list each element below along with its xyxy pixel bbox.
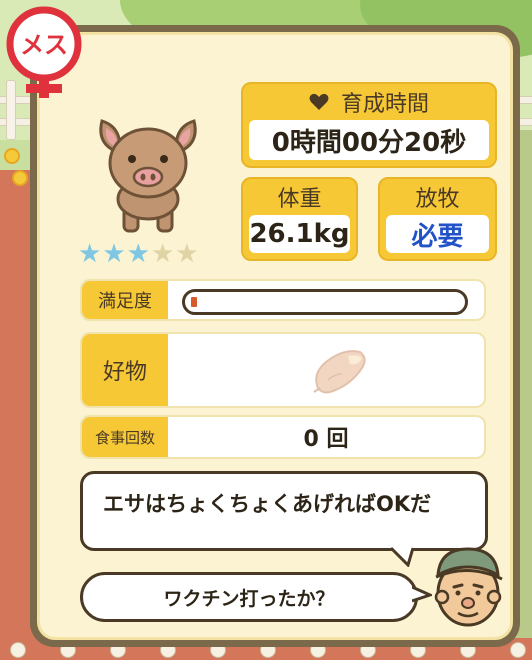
star-icon: ★ bbox=[102, 239, 126, 269]
meal-count-row: 食事回数 0 回 bbox=[80, 415, 486, 459]
pebble bbox=[10, 642, 26, 658]
star-icon: ★ bbox=[175, 239, 199, 269]
weight-box: 体重 26.1kg bbox=[241, 177, 358, 261]
weight-value: 26.1kg bbox=[249, 215, 350, 253]
speech-bubble-question[interactable]: ワクチン打ったか？ bbox=[80, 572, 418, 622]
favorite-food-row: 好物 bbox=[80, 332, 486, 408]
satisfaction-bar-fill bbox=[191, 297, 197, 307]
pig-icon bbox=[99, 119, 197, 233]
female-gender-icon: メス bbox=[6, 6, 82, 98]
flower-icon bbox=[14, 172, 26, 184]
farmer-icon[interactable] bbox=[428, 541, 506, 629]
panel-body: ★ ★ ★ ★ ★ 育成時間 0時間00分20秒 体重 26.1kg 放牧 必要 満足度 bbox=[37, 32, 513, 640]
sweet-potato-icon bbox=[313, 350, 366, 394]
weight-header: 体重 bbox=[277, 187, 322, 212]
star-icon: ★ bbox=[150, 239, 175, 269]
meals-label: 食事回数 bbox=[82, 417, 168, 457]
speech-bubble-tip: エサはちょくちょくあげればOKだ bbox=[80, 471, 488, 551]
tip-message: エサはちょくちょくあげればOKだ bbox=[103, 492, 432, 516]
meals-value: 0 回 bbox=[303, 427, 349, 452]
speech-bubble-tail bbox=[390, 546, 414, 567]
growth-time-box: 育成時間 0時間00分20秒 bbox=[241, 82, 497, 168]
satisfaction-label: 満足度 bbox=[82, 281, 168, 319]
grazing-value: 必要 bbox=[386, 215, 489, 253]
growth-time-value: 0時間00分20秒 bbox=[249, 120, 489, 160]
question-message: ワクチン打ったか？ bbox=[163, 587, 335, 610]
satisfaction-bar bbox=[182, 289, 468, 315]
pebble bbox=[510, 642, 526, 658]
pet-status-panel: ★ ★ ★ ★ ★ 育成時間 0時間00分20秒 体重 26.1kg 放牧 必要 満足度 bbox=[30, 25, 520, 647]
favorite-label: 好物 bbox=[82, 334, 168, 406]
star-rating: ★ ★ ★ ★ ★ bbox=[78, 241, 199, 267]
star-icon: ★ bbox=[78, 239, 102, 269]
flower-icon bbox=[6, 150, 18, 162]
grazing-header: 放牧 bbox=[415, 187, 460, 212]
gender-label: メス bbox=[20, 31, 68, 59]
grazing-box[interactable]: 放牧 必要 bbox=[378, 177, 497, 261]
satisfaction-row: 満足度 bbox=[80, 279, 486, 321]
star-icon: ★ bbox=[126, 239, 150, 269]
heart-icon bbox=[309, 93, 329, 110]
growth-time-header: 育成時間 bbox=[340, 92, 429, 117]
